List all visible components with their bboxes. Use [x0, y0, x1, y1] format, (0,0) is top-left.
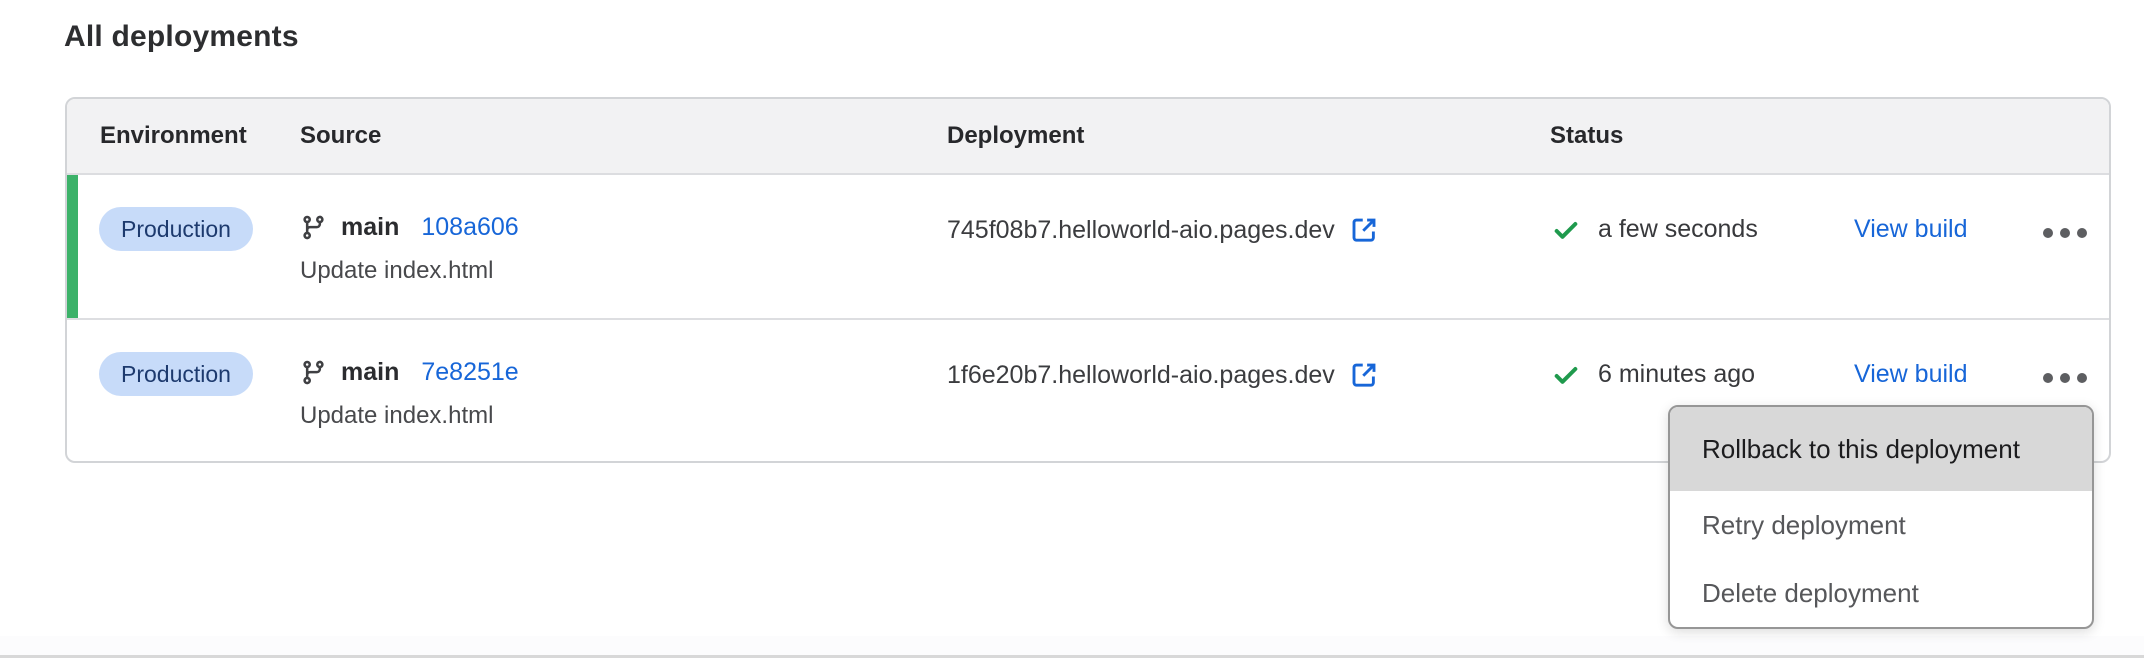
environment-badge: Production — [99, 352, 253, 396]
branch-name: main — [341, 358, 399, 387]
table-header-row: Environment Source Deployment Status — [67, 99, 2109, 175]
ellipsis-icon — [2043, 228, 2053, 238]
page-footer-band — [0, 636, 2144, 656]
commit-link[interactable]: 7e8251e — [421, 358, 518, 387]
deployment-cell: 745f08b7.helloworld-aio.pages.dev — [947, 215, 1379, 245]
menu-item-rollback[interactable]: Rollback to this deployment — [1670, 407, 2092, 491]
overflow-menu-button[interactable] — [2029, 360, 2101, 396]
branch-name: main — [341, 213, 399, 242]
commit-message: Update index.html — [300, 402, 519, 430]
column-header-status: Status — [1550, 122, 1623, 150]
external-link-icon[interactable] — [1349, 215, 1379, 245]
commit-link[interactable]: 108a606 — [421, 213, 518, 242]
page-title: All deployments — [64, 20, 299, 54]
deployment-cell: 1f6e20b7.helloworld-aio.pages.dev — [947, 360, 1379, 390]
ellipsis-icon — [2043, 373, 2053, 383]
deployment-url: 1f6e20b7.helloworld-aio.pages.dev — [947, 361, 1335, 390]
commit-message: Update index.html — [300, 257, 519, 285]
deployment-url: 745f08b7.helloworld-aio.pages.dev — [947, 216, 1335, 245]
view-build-link[interactable]: View build — [1854, 360, 1968, 389]
check-icon — [1550, 362, 1582, 390]
external-link-icon[interactable] — [1349, 360, 1379, 390]
menu-item-delete[interactable]: Delete deployment — [1670, 559, 2092, 627]
overflow-menu-button[interactable] — [2029, 215, 2101, 251]
view-build-link[interactable]: View build — [1854, 215, 1968, 244]
status-time: 6 minutes ago — [1598, 360, 1755, 389]
source-cell: main 108a606 Update index.html — [300, 207, 519, 285]
source-cell: main 7e8251e Update index.html — [300, 352, 519, 430]
table-row: Production main 108a606 Update index.htm… — [67, 175, 2109, 318]
current-deployment-indicator — [67, 175, 78, 318]
page-bottom-divider — [0, 655, 2144, 658]
environment-badge: Production — [99, 207, 253, 251]
deployment-actions-menu: Rollback to this deployment Retry deploy… — [1668, 405, 2094, 629]
git-branch-icon — [300, 214, 327, 241]
menu-item-retry[interactable]: Retry deployment — [1670, 491, 2092, 559]
git-branch-icon — [300, 359, 327, 386]
column-header-source: Source — [300, 122, 381, 150]
column-header-deployment: Deployment — [947, 122, 1084, 150]
check-icon — [1550, 217, 1582, 245]
status-time: a few seconds — [1598, 215, 1758, 244]
column-header-environment: Environment — [100, 122, 247, 150]
